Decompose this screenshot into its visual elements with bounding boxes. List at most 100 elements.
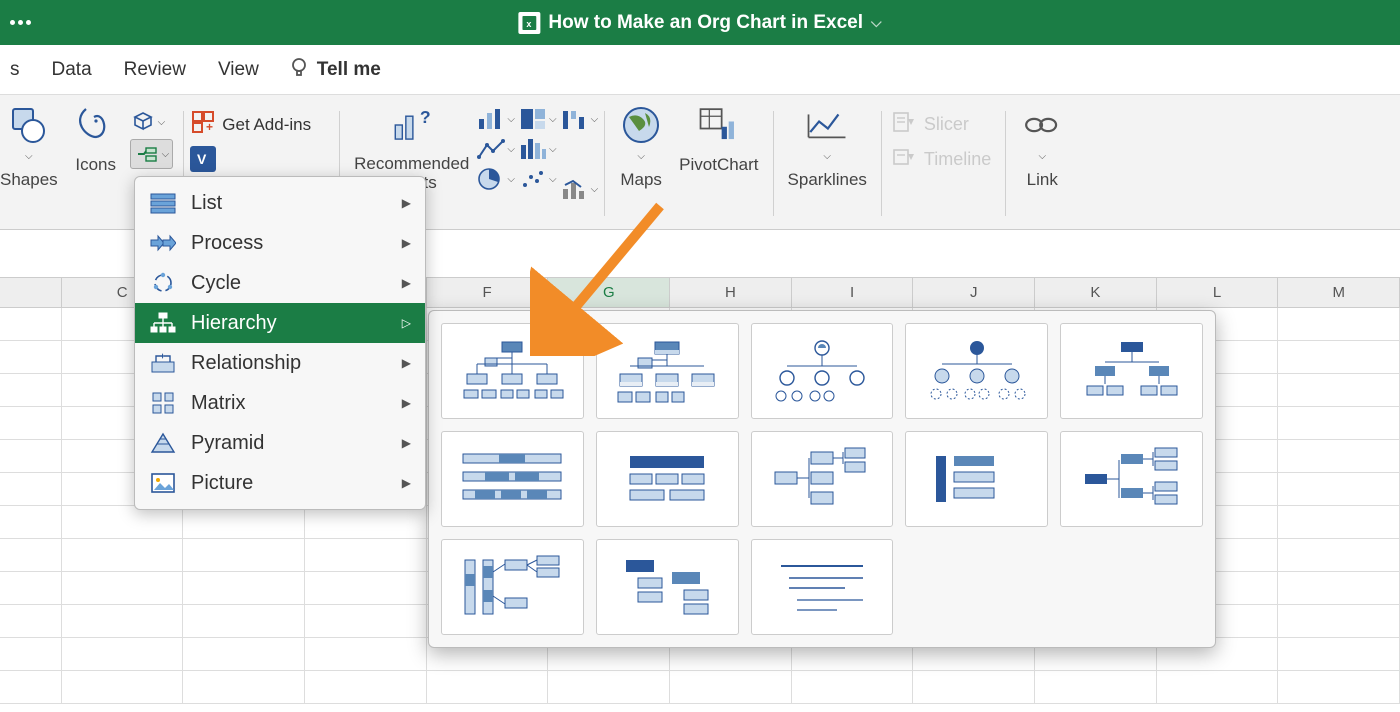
maps-label: Maps bbox=[620, 170, 662, 190]
list-icon bbox=[149, 189, 177, 217]
smartart-icon bbox=[134, 141, 160, 167]
waterfall-button[interactable]: ⌵ bbox=[561, 107, 599, 131]
get-addins-button[interactable]: + Get Add-ins bbox=[190, 109, 311, 140]
tellme-search[interactable]: Tell me bbox=[289, 55, 381, 85]
chevron-right-icon: ▶ bbox=[402, 276, 411, 290]
cube-icon bbox=[130, 109, 156, 135]
slicer-icon bbox=[892, 111, 916, 138]
chevron-right-icon: ▶ bbox=[402, 396, 411, 410]
ribbon-tabs: s Data Review View Tell me bbox=[0, 45, 1400, 95]
recommended-charts-icon: ? bbox=[390, 103, 434, 147]
timeline-button: Timeline bbox=[892, 146, 991, 173]
smartart-dropdown[interactable]: ⌵ bbox=[130, 139, 174, 169]
sparklines-icon bbox=[805, 103, 849, 147]
chart-types: ⌵ ⌵ ⌵ ⌵ ⌵ ⌵ ⌵ ⌵ bbox=[477, 103, 598, 201]
sparklines-button[interactable]: ⌵ Sparklines bbox=[780, 103, 875, 190]
col-header[interactable]: K bbox=[1035, 278, 1157, 307]
flyout-item-org-chart[interactable] bbox=[441, 323, 584, 419]
pivotchart-button[interactable]: PivotChart bbox=[671, 103, 766, 175]
line-chart-button[interactable]: ⌵ bbox=[477, 137, 515, 161]
flyout-item-horizontal-labeled[interactable] bbox=[441, 539, 584, 635]
separator bbox=[881, 111, 882, 216]
col-header-active[interactable]: G bbox=[548, 278, 670, 307]
slicer-button: Slicer bbox=[892, 111, 991, 138]
bar-chart-button[interactable]: ⌵ bbox=[477, 107, 515, 131]
flyout-item-table-hierarchy[interactable] bbox=[596, 431, 739, 527]
pie-chart-button[interactable]: ⌵ bbox=[477, 167, 515, 191]
dropdown-item-list[interactable]: List ▶ bbox=[135, 183, 425, 223]
flyout-item-horizontal-org[interactable] bbox=[751, 431, 894, 527]
chevron-down-icon[interactable]: ⌵ bbox=[871, 14, 882, 31]
flyout-item-lined-list[interactable] bbox=[751, 539, 894, 635]
models-dropdown[interactable]: ⌵ bbox=[130, 109, 174, 135]
icons-group[interactable]: Icons bbox=[66, 103, 126, 175]
col-header[interactable]: M bbox=[1278, 278, 1400, 307]
col-header[interactable]: J bbox=[913, 278, 1035, 307]
col-header[interactable]: L bbox=[1157, 278, 1279, 307]
dropdown-item-pyramid[interactable]: Pyramid ▶ bbox=[135, 423, 425, 463]
scatter-button[interactable]: ⌵ bbox=[519, 167, 557, 191]
separator bbox=[1005, 111, 1006, 216]
chevron-down-icon: ⌵ bbox=[25, 151, 33, 162]
treemap-button[interactable]: ⌵ bbox=[519, 107, 557, 131]
chevron-down-icon: ⌵ bbox=[158, 117, 166, 128]
smartart-dropdown-menu: List ▶ Process ▶ Cycle ▶ Hierarchy ▷ Rel… bbox=[134, 176, 426, 510]
lightbulb-icon bbox=[289, 55, 309, 85]
dropdown-item-cycle[interactable]: Cycle ▶ bbox=[135, 263, 425, 303]
visio-icon[interactable]: V bbox=[190, 146, 216, 177]
picture-icon bbox=[149, 469, 177, 497]
tab-review[interactable]: Review bbox=[122, 55, 188, 85]
excel-doc-icon: x bbox=[518, 12, 540, 34]
dropdown-item-matrix[interactable]: Matrix ▶ bbox=[135, 383, 425, 423]
chevron-down-icon: ⌵ bbox=[162, 149, 170, 160]
icons-label: Icons bbox=[75, 155, 116, 175]
col-header[interactable]: I bbox=[792, 278, 914, 307]
flyout-item-horizontal-multi[interactable] bbox=[905, 431, 1048, 527]
slicer-label: Slicer bbox=[924, 114, 969, 135]
flyout-item-horizontal-hierarchy[interactable] bbox=[1060, 431, 1203, 527]
chevron-right-icon: ▶ bbox=[402, 476, 411, 490]
chevron-right-icon: ▷ bbox=[402, 316, 411, 330]
link-label: Link bbox=[1027, 170, 1058, 190]
relationship-icon bbox=[149, 349, 177, 377]
shapes-group[interactable]: ⌵ Shapes bbox=[0, 103, 66, 190]
col-header[interactable] bbox=[0, 278, 62, 307]
dropdown-item-hierarchy[interactable]: Hierarchy ▷ bbox=[135, 303, 425, 343]
col-header[interactable]: H bbox=[670, 278, 792, 307]
matrix-icon bbox=[149, 389, 177, 417]
globe-icon bbox=[619, 103, 663, 147]
tellme-label: Tell me bbox=[317, 59, 381, 81]
chevron-down-icon: ⌵ bbox=[1038, 151, 1046, 162]
tab-s[interactable]: s bbox=[8, 55, 22, 85]
flyout-item-labeled-hierarchy[interactable] bbox=[441, 431, 584, 527]
maps-button[interactable]: ⌵ Maps bbox=[611, 103, 671, 190]
col-header[interactable]: F bbox=[427, 278, 549, 307]
process-icon bbox=[149, 229, 177, 257]
dropdown-item-label: Cycle bbox=[191, 272, 241, 295]
flyout-item-name-title-org[interactable] bbox=[596, 323, 739, 419]
flyout-item-half-circle-org[interactable] bbox=[751, 323, 894, 419]
flyout-item-hierarchy[interactable] bbox=[1060, 323, 1203, 419]
icons-icon bbox=[74, 103, 118, 147]
svg-text:?: ? bbox=[420, 107, 431, 127]
addins-icon: + bbox=[190, 109, 216, 140]
dropdown-item-picture[interactable]: Picture ▶ bbox=[135, 463, 425, 503]
addins-label: Get Add-ins bbox=[222, 115, 311, 135]
combo-button[interactable]: ⌵ bbox=[561, 177, 599, 201]
window-menu-icon[interactable] bbox=[10, 20, 31, 25]
dropdown-item-label: Pyramid bbox=[191, 432, 264, 455]
dropdown-item-relationship[interactable]: Relationship ▶ bbox=[135, 343, 425, 383]
dropdown-item-label: Relationship bbox=[191, 352, 301, 375]
link-button[interactable]: ⌵ Link bbox=[1012, 103, 1072, 190]
flyout-item-circle-picture[interactable] bbox=[905, 323, 1048, 419]
dropdown-item-process[interactable]: Process ▶ bbox=[135, 223, 425, 263]
tab-view[interactable]: View bbox=[216, 55, 261, 85]
pivotchart-label: PivotChart bbox=[679, 155, 758, 175]
chevron-down-icon: ⌵ bbox=[823, 151, 831, 162]
dropdown-item-label: Hierarchy bbox=[191, 312, 277, 335]
tab-data[interactable]: Data bbox=[50, 55, 94, 85]
document-title[interactable]: x How to Make an Org Chart in Excel ⌵ bbox=[518, 12, 881, 34]
flyout-item-hierarchy-list[interactable] bbox=[596, 539, 739, 635]
histogram-button[interactable]: ⌵ bbox=[519, 137, 557, 161]
shapes-icon bbox=[7, 103, 51, 147]
